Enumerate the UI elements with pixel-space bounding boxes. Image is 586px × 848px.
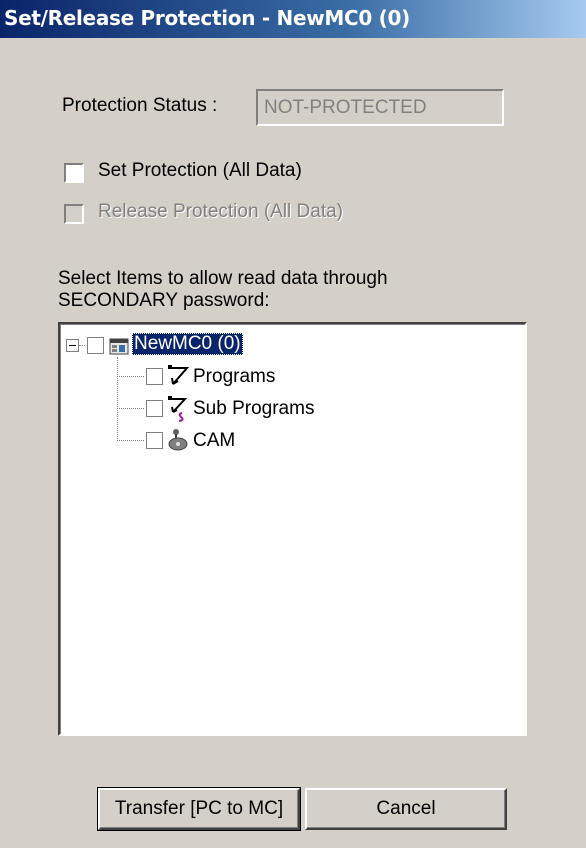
transfer-button[interactable]: Transfer [PC to MC] [97,787,301,831]
tree-item-label[interactable]: CAM [193,430,235,452]
instructions-line-1: Select Items to allow read data through [58,268,388,289]
release-protection-label: Release Protection (All Data) [98,201,343,222]
tree-item-checkbox[interactable] [146,432,163,449]
protection-items-tree[interactable]: NewMC0 (0) Programs Sub Programs CAM [58,322,527,736]
tree-connector [79,345,85,346]
title-bar[interactable]: Set/Release Protection - NewMC0 (0) [0,0,586,38]
protection-status-field: NOT-PROTECTED [256,89,504,126]
tree-connector [117,357,118,441]
instructions-line-2: SECONDARY password: [58,290,270,311]
tree-root-checkbox[interactable] [87,337,104,354]
tree-connector [117,440,144,441]
cancel-button[interactable]: Cancel [305,788,507,830]
sub-programs-icon [168,396,188,422]
collapse-icon[interactable] [66,339,79,352]
window-title: Set/Release Protection - NewMC0 (0) [4,6,410,30]
tree-item-checkbox[interactable] [146,400,163,417]
tree-connector [117,376,144,377]
tree-item-label[interactable]: Programs [193,366,275,388]
set-protection-label[interactable]: Set Protection (All Data) [98,160,302,182]
programs-icon [168,365,189,385]
cam-icon [168,429,188,451]
protection-status-label: Protection Status : [62,95,218,116]
release-protection-checkbox [64,204,84,224]
tree-item-label[interactable]: Sub Programs [193,398,314,420]
machine-icon [109,338,129,355]
tree-root-label[interactable]: NewMC0 (0) [132,333,243,355]
tree-connector [117,408,144,409]
tree-item-checkbox[interactable] [146,368,163,385]
set-protection-checkbox[interactable] [64,163,84,183]
